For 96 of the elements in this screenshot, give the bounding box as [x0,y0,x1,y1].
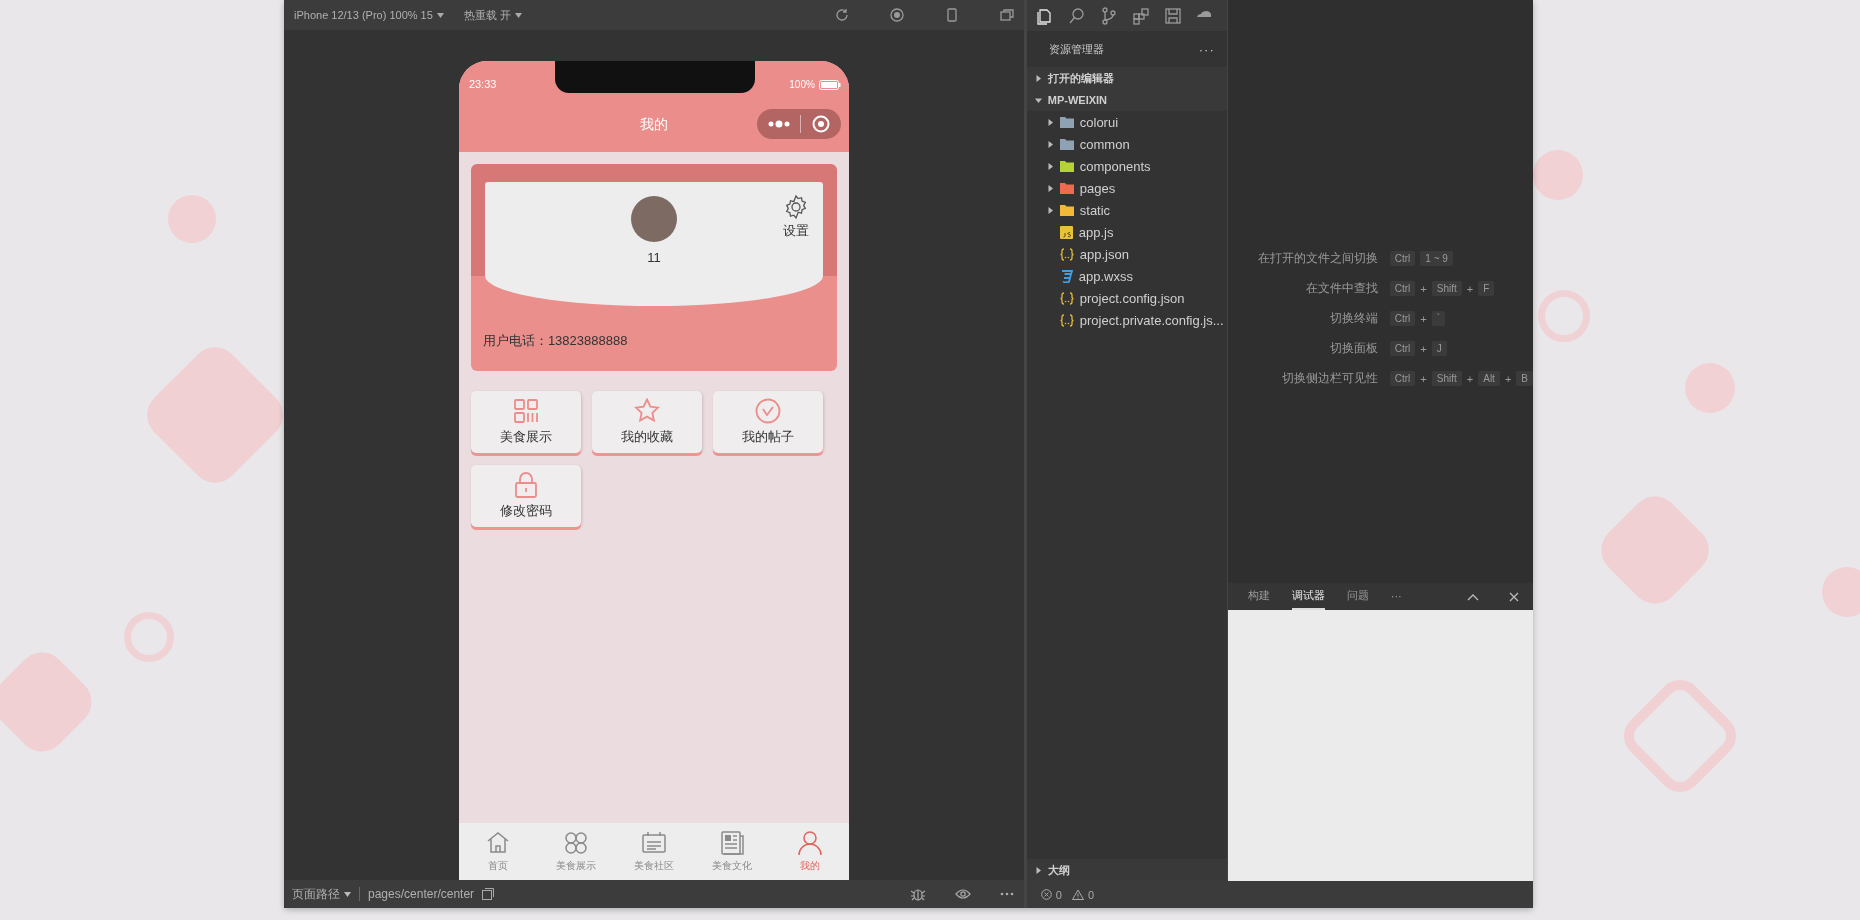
branch-icon[interactable] [1099,6,1118,25]
outline-section[interactable]: 大纲 [1026,859,1227,881]
battery-level: 100% [789,79,815,90]
key-cap: ` [1431,311,1446,326]
plus-sign: + [1466,282,1474,295]
panel-tab[interactable]: 构建 [1247,583,1270,610]
key-cap: Ctrl [1389,251,1416,266]
user-phone: 用户电话：13823888888 [482,332,629,350]
key-cap: B [1516,371,1533,386]
status-time: 23:33 [468,78,498,90]
key-cap: Alt [1478,371,1500,386]
files-icon[interactable] [1035,6,1054,25]
file-tree-item[interactable]: app.json [1026,243,1227,265]
more-button[interactable]: ··· [1198,41,1215,57]
dot-shape [1533,150,1583,200]
search-icon[interactable] [1067,6,1086,25]
save-icon[interactable] [1163,6,1182,25]
close-icon[interactable] [1509,591,1519,602]
shortcut-label: 切换侧边栏可见性 [1280,370,1378,387]
menu-button[interactable]: 美食展示 [470,391,581,453]
newspaper-icon [718,830,745,856]
key-cap: Ctrl [1389,281,1416,296]
shortcut-label: 在打开的文件之间切换 [1256,250,1378,267]
shortcut-label: 切换面板 [1328,340,1378,357]
css-file-icon [1059,269,1073,283]
grid-icon [512,398,539,424]
device-dropdown[interactable]: iPhone 12/13 (Pro) 100% 15 [294,9,444,21]
warning-icon [1071,889,1084,900]
key-cap: Ctrl [1389,311,1416,326]
file-tree-item[interactable]: project.config.json [1026,287,1227,309]
plus-sign: + [1466,372,1474,385]
braces-icon [1059,291,1074,305]
file-tree-item[interactable]: MP-WEIXIN [1026,89,1227,111]
file-tree-item[interactable]: colorui [1026,111,1227,133]
key-cap: F [1478,281,1495,296]
more-icon[interactable] [999,892,1014,896]
key-cap: 1 ~ 9 [1420,251,1453,266]
battery-icon [818,79,841,90]
plus-sign: + [1420,312,1427,325]
menu-button[interactable]: 我的收藏 [591,391,702,453]
caret-icon [436,12,444,18]
user-icon [796,830,823,856]
shortcut-label: 在文件中查找 [1304,280,1378,297]
file-tree-item[interactable]: components [1026,155,1227,177]
plus-sign: + [1420,372,1427,385]
chevron-up-icon[interactable] [1467,592,1479,601]
hot-reload-dropdown[interactable]: 热重载 开 [463,7,522,23]
refresh-icon[interactable] [834,8,849,22]
key-cap: J [1431,341,1447,356]
file-tree-item[interactable]: app.wxss [1026,265,1227,287]
file-tree-item[interactable]: app.js [1026,221,1227,243]
menu-button[interactable]: 修改密码 [470,465,581,527]
shortcut-label: 切换终端 [1328,310,1378,327]
page-path-dropdown[interactable]: 页面路径 [292,885,351,903]
panel-tab[interactable]: 问题 [1346,583,1369,610]
lock-icon [512,472,539,498]
copy-icon[interactable] [482,888,495,900]
star-icon [633,398,660,424]
braces-icon [1059,313,1074,327]
key-cap: Shift [1431,371,1462,386]
plus-sign: + [1420,342,1427,355]
key-cap: Ctrl [1389,341,1416,356]
explorer-title: 资源管理器 [1048,41,1104,57]
caret-icon [514,12,522,18]
js-file-icon [1059,225,1073,239]
extensions-icon[interactable] [1131,6,1150,25]
file-tree-item[interactable]: static [1026,199,1227,221]
settings-button[interactable]: 设置 [782,194,809,240]
error-count: 0 [1055,888,1062,901]
plus-sign: + [1420,282,1427,295]
plus-sign: + [1504,372,1512,385]
error-icon [1040,889,1052,900]
record-icon[interactable] [889,8,904,22]
file-tree-item[interactable]: common [1026,133,1227,155]
bug-icon[interactable] [909,887,926,901]
avatar-photo-placeholder [630,196,677,242]
eye-icon[interactable] [954,888,971,900]
clover-icon [562,830,589,856]
braces-icon [1059,247,1074,261]
close-target-icon[interactable] [811,115,830,133]
file-tree-item[interactable]: 打开的编辑器 [1026,67,1227,89]
file-tree-item[interactable]: pages [1026,177,1227,199]
key-cap: Shift [1431,281,1462,296]
page-title: 我的 [639,116,668,134]
calendar-icon [640,830,667,856]
menu-button[interactable]: 我的帖子 [712,391,823,453]
warning-count: 0 [1087,888,1094,901]
more-icon[interactable] [768,120,791,128]
username: 11 [647,250,661,265]
windows-icon[interactable] [999,8,1014,22]
file-tree-item[interactable]: project.private.config.js... [1026,309,1227,331]
phone-icon[interactable] [944,8,959,22]
more-button[interactable]: ··· [1390,584,1402,609]
key-cap: Ctrl [1389,371,1416,386]
page-path: pages/center/center [368,887,475,901]
caret-icon [344,891,351,897]
